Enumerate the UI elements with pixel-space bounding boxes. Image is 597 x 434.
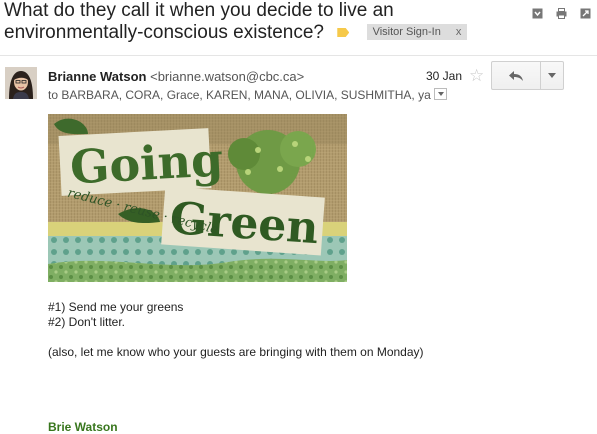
label-chip[interactable]: Visitor Sign-In x: [366, 24, 468, 40]
banner-title-line1: Going: [69, 132, 225, 194]
signature: Brie Watson: [48, 420, 118, 434]
reply-button[interactable]: [491, 61, 541, 90]
header-actions: [532, 6, 591, 19]
archive-icon[interactable]: [532, 6, 543, 19]
recipients: to BARBARA, CORA, Grace, KAREN, MANA, OL…: [48, 88, 447, 103]
recipients-text: to BARBARA, CORA, Grace, KAREN, MANA, OL…: [48, 88, 431, 102]
more-actions-button[interactable]: [541, 61, 564, 90]
label-tag-icon[interactable]: [337, 28, 350, 37]
header-divider: [0, 55, 597, 56]
sender-email: <brianne.watson@cbc.ca>: [150, 69, 305, 84]
going-green-image: Going Green reduce · reuse · recycle: [48, 114, 347, 282]
message-date: 30 Jan: [426, 69, 463, 83]
body-line-1: #1) Send me your greens: [48, 300, 184, 314]
show-details-button[interactable]: [433, 88, 447, 100]
reply-button-group: [491, 61, 564, 90]
email-subject: What do they call it when you decide to …: [4, 0, 504, 44]
chevron-down-icon: [548, 73, 556, 78]
star-icon[interactable]: ☆: [469, 66, 484, 86]
sender: Brianne Watson <brianne.watson@cbc.ca>: [48, 69, 304, 85]
label-chip-text: Visitor Sign-In: [372, 26, 441, 38]
message-body: #1) Send me your greens #2) Don't litter…: [48, 300, 424, 360]
print-icon[interactable]: [556, 6, 567, 19]
subject-text: What do they call it when you decide to …: [4, 0, 394, 43]
avatar[interactable]: [5, 67, 37, 99]
sender-name[interactable]: Brianne Watson: [48, 69, 146, 84]
body-line-2: #2) Don't litter.: [48, 315, 125, 329]
new-window-icon[interactable]: [580, 6, 591, 19]
label-chip-remove[interactable]: x: [456, 26, 462, 38]
body-line-3: (also, let me know who your guests are b…: [48, 345, 424, 359]
reply-icon: [509, 70, 523, 81]
